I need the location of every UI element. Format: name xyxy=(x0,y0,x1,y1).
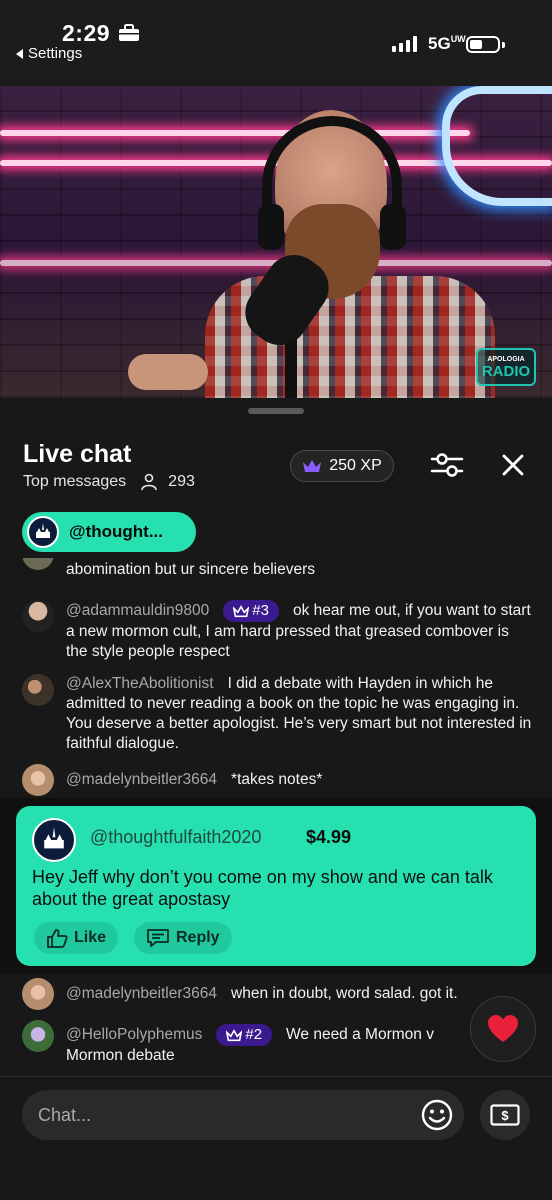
network-type: 5GUW xyxy=(428,34,466,53)
avatar xyxy=(22,1020,54,1052)
back-to-settings-link[interactable]: Settings xyxy=(16,45,82,62)
back-label: Settings xyxy=(28,45,83,62)
like-button[interactable]: Like xyxy=(34,922,119,954)
heart-icon xyxy=(488,1015,518,1042)
temple-icon xyxy=(36,523,50,538)
reaction-heart-button[interactable] xyxy=(470,996,536,1062)
crown-icon xyxy=(233,604,250,617)
super-chat-card[interactable]: @thoughtfulfaith2020 $4.99 Hey Jeff why … xyxy=(16,806,536,966)
chat-filter[interactable]: Top messages 293 xyxy=(23,473,195,491)
message-text: abomination but ur sincere believers xyxy=(66,561,315,578)
chat-message: @adammauldin9800 #3 ok hear me out, if you… xyxy=(22,600,532,664)
channel-logo: APOLOGIA RADIO xyxy=(476,348,536,386)
message-author[interactable]: @AlexTheAbolitionist xyxy=(66,675,214,692)
avatar xyxy=(22,978,54,1010)
super-chat-amount: $4.99 xyxy=(306,827,352,847)
briefcase-icon xyxy=(119,24,139,41)
chat-messages[interactable]: abomination but ur sincere believers @ad… xyxy=(0,558,552,1078)
filter-settings-icon[interactable] xyxy=(430,450,464,480)
pinned-chip-label: @thought... xyxy=(69,522,163,541)
message-text: when in doubt, word salad. got it. xyxy=(231,985,458,1002)
xp-badge[interactable]: 250 XP xyxy=(290,450,394,482)
crown-icon xyxy=(303,460,322,472)
money-icon: $ xyxy=(490,1104,520,1126)
chat-message: @AlexTheAbolitionist I did a debate with … xyxy=(22,674,532,758)
reply-icon xyxy=(147,929,169,947)
close-icon[interactable] xyxy=(498,450,528,480)
battery-icon xyxy=(466,36,500,53)
video-player[interactable]: APOLOGIA RADIO xyxy=(0,86,552,398)
crown-icon xyxy=(226,1028,243,1041)
svg-text:$: $ xyxy=(501,1108,509,1123)
viewers-icon xyxy=(141,473,157,491)
filter-label: Top messages xyxy=(23,473,127,490)
emoji-icon[interactable] xyxy=(420,1098,454,1132)
chat-message: @madelynbeitler3664 *takes notes* xyxy=(22,764,532,796)
status-time: 2:29 xyxy=(62,20,111,46)
chat-message: @madelynbeitler3664 when in doubt, word s… xyxy=(22,978,532,1010)
avatar xyxy=(22,600,54,632)
avatar xyxy=(22,674,54,706)
avatar xyxy=(22,764,54,796)
avatar xyxy=(27,516,59,548)
super-chat-text: Hey Jeff why don’t you come on my show a… xyxy=(32,867,493,909)
message-author[interactable]: @HelloPolyphemus xyxy=(66,1026,202,1043)
viewer-count: 293 xyxy=(168,473,195,490)
reply-button[interactable]: Reply xyxy=(134,922,232,954)
message-text: *takes notes* xyxy=(231,771,323,788)
message-author[interactable]: @adammauldin9800 xyxy=(66,602,209,619)
cellular-signal-icon xyxy=(392,36,417,52)
super-chat-button[interactable]: $ xyxy=(480,1090,530,1140)
message-author[interactable]: @madelynbeitler3664 xyxy=(66,985,217,1002)
chat-input-container xyxy=(22,1090,464,1140)
rank-badge: #3 xyxy=(223,600,279,622)
chat-message: abomination but ur sincere believers xyxy=(22,558,532,580)
live-chat-panel: Live chat Top messages 293 250 XP @thoug… xyxy=(0,398,552,1200)
pinned-super-chat-chip[interactable]: @thought... xyxy=(22,512,196,552)
avatar xyxy=(32,818,76,862)
like-label: Like xyxy=(74,929,107,946)
xp-label: 250 XP xyxy=(329,457,382,474)
thumbs-up-icon xyxy=(47,929,68,948)
message-author[interactable]: @madelynbeitler3664 xyxy=(66,771,217,788)
chat-title: Live chat xyxy=(23,440,132,468)
back-arrow-icon xyxy=(16,48,23,59)
temple-icon xyxy=(44,827,64,849)
super-chat-author[interactable]: @thoughtfulfaith2020 xyxy=(90,827,261,848)
rank-badge: #2 xyxy=(216,1024,273,1046)
chat-input[interactable] xyxy=(38,1090,418,1140)
avatar xyxy=(22,558,54,570)
reply-label: Reply xyxy=(176,929,220,946)
status-bar: 2:29 Settings 5GUW xyxy=(0,0,552,86)
chat-message: @HelloPolyphemus #2 We need a Mormon v Mor… xyxy=(22,1020,470,1070)
drag-handle[interactable] xyxy=(248,408,304,414)
